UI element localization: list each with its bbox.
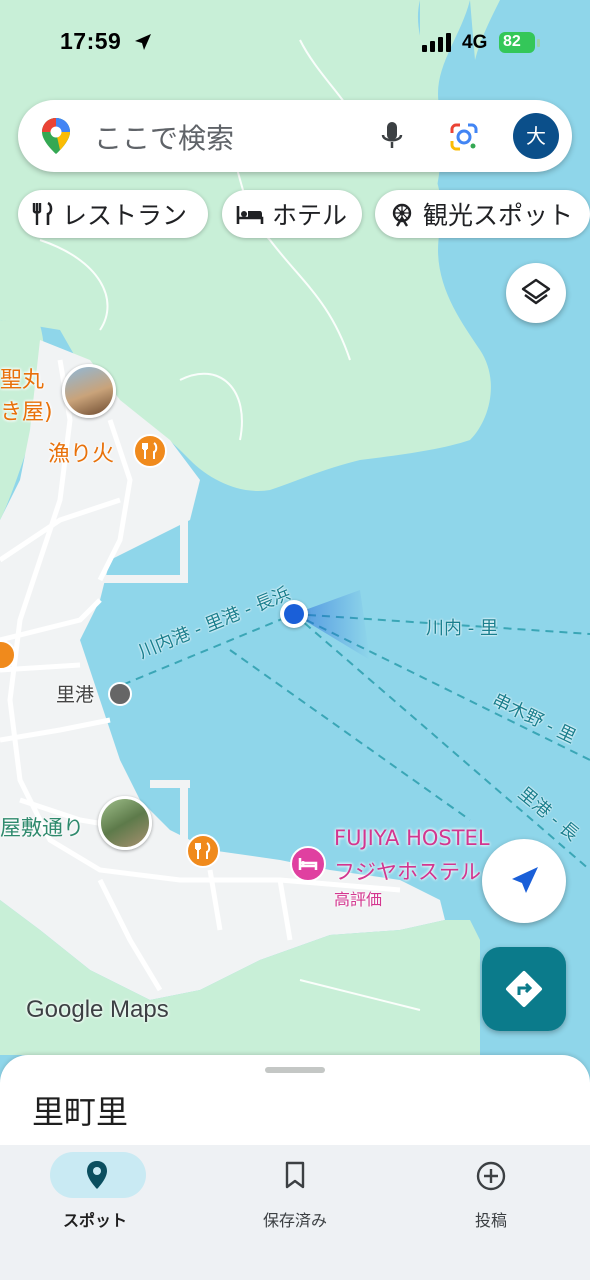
google-maps-pin-icon — [42, 118, 70, 154]
directions-button[interactable] — [482, 947, 566, 1031]
pin-icon — [87, 1161, 107, 1189]
photo-marker-shrine[interactable] — [62, 364, 116, 418]
my-location-button[interactable] — [482, 839, 566, 923]
fork-knife-icon — [142, 442, 158, 459]
signal-icon — [422, 33, 451, 52]
label-yashiki[interactable]: 屋敷通り — [0, 812, 84, 842]
chip-attractions-label: 観光スポット — [423, 201, 574, 230]
ferry-route-label-2: 川内 - 里 — [426, 618, 498, 639]
ferry-terminal-icon[interactable] — [108, 682, 132, 706]
bed-icon — [298, 858, 318, 870]
hotel-icon — [236, 206, 264, 224]
chip-restaurants[interactable]: レストラン — [18, 190, 208, 238]
location-arrow-icon — [135, 34, 151, 50]
sheet-drag-handle[interactable] — [265, 1067, 325, 1073]
account-avatar[interactable]: 大 — [513, 113, 559, 159]
status-time: 17:59 — [60, 28, 122, 54]
search-bar[interactable]: ここで検索 大 — [18, 100, 572, 172]
chip-restaurants-label: レストラン — [62, 201, 188, 230]
label-satokou[interactable]: 里港 — [56, 680, 94, 707]
search-input[interactable]: ここで検索 — [94, 117, 234, 157]
chip-hotels-label: ホテル — [272, 201, 348, 230]
sheet-title: 里町里 — [32, 1093, 129, 1131]
layers-icon — [521, 278, 551, 305]
add-circle-icon — [476, 1161, 506, 1191]
nav-label-spots: スポット — [62, 1211, 127, 1230]
chip-hotels[interactable]: ホテル — [222, 190, 362, 238]
restaurant-marker-isaribi[interactable] — [133, 434, 167, 468]
chip-attractions[interactable]: 観光スポット — [375, 190, 590, 238]
network-type: 4G — [462, 32, 488, 53]
navigation-arrow-icon — [512, 867, 538, 893]
restaurant-icon — [32, 201, 53, 225]
layers-button[interactable] — [506, 263, 566, 323]
fork-knife-icon — [195, 842, 211, 859]
directions-icon — [506, 971, 542, 1007]
label-hostel-jp[interactable]: フジヤホステル — [334, 856, 481, 886]
nav-item-post[interactable]: 投稿 — [396, 1145, 586, 1245]
attraction-icon — [392, 203, 412, 227]
nav-label-post: 投稿 — [474, 1211, 507, 1230]
battery-tip — [537, 39, 540, 47]
label-seimaru[interactable]: 聖丸 — [0, 362, 44, 394]
restaurant-marker-town[interactable] — [186, 834, 220, 868]
label-seimaru-sub[interactable]: き屋) — [0, 394, 53, 426]
google-lens-icon[interactable] — [448, 121, 480, 153]
bookmark-icon — [285, 1161, 305, 1189]
battery-level: 82 — [503, 33, 521, 50]
battery-icon: 82 — [499, 32, 535, 53]
label-hostel-rating: 高評価 — [334, 890, 383, 909]
hotel-marker-fujiya[interactable] — [290, 846, 326, 882]
google-maps-watermark: Google Maps — [26, 996, 169, 1023]
label-hostel-en[interactable]: FUJIYA HOSTEL — [334, 826, 490, 850]
nav-item-spots[interactable]: スポット — [0, 1145, 190, 1245]
status-bar: 17:59 4G 82 — [0, 0, 590, 90]
nav-item-saved[interactable]: 保存済み — [200, 1145, 390, 1245]
nav-label-saved: 保存済み — [262, 1211, 327, 1230]
label-isaribi[interactable]: 漁り火 — [48, 436, 114, 468]
microphone-icon[interactable] — [380, 120, 404, 154]
bottom-navigation: スポット 保存済み 投稿 — [0, 1145, 590, 1280]
photo-marker-yashiki[interactable] — [98, 796, 152, 850]
